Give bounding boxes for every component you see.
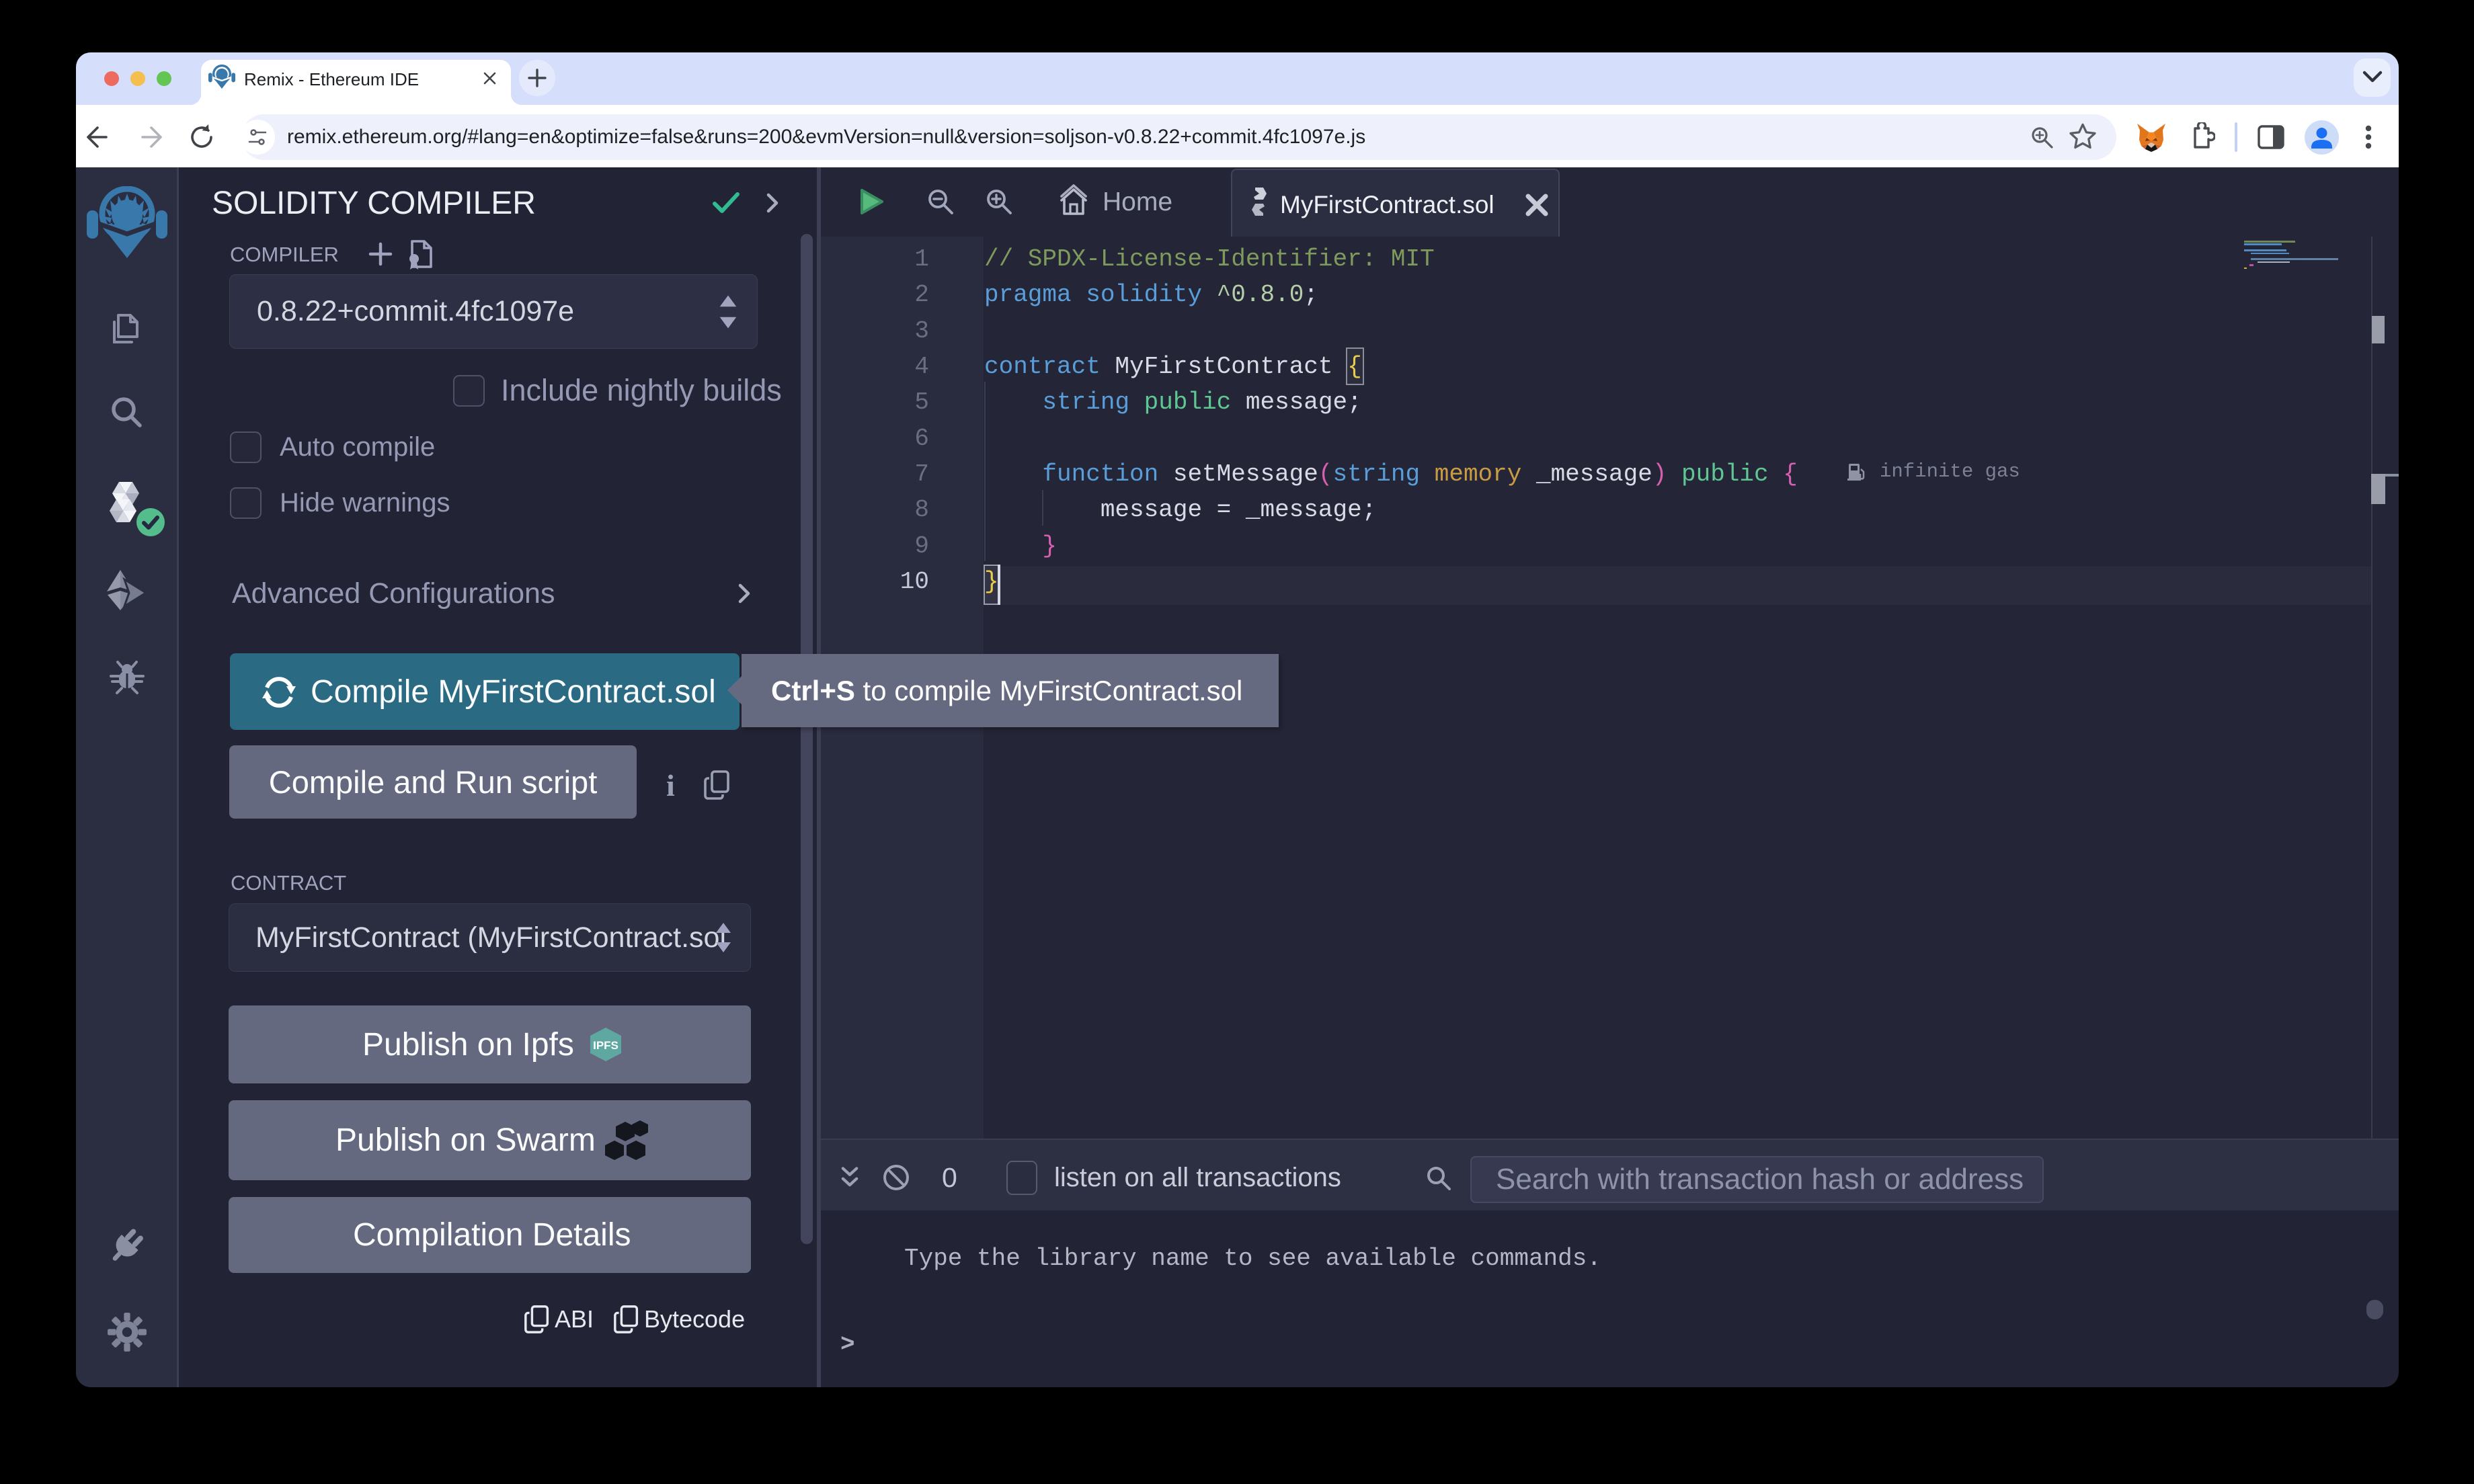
svg-text:IPFS: IPFS (593, 1039, 618, 1052)
